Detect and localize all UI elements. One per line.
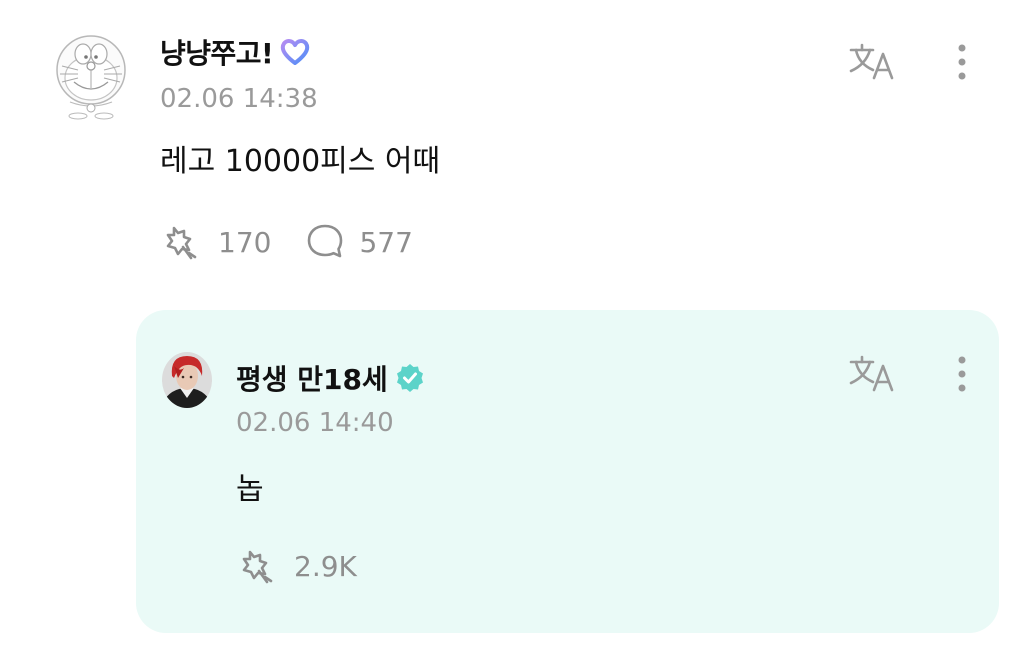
- post-username-row[interactable]: 냥냥쭈고!: [160, 32, 311, 72]
- post-actions: 170 577: [160, 222, 447, 262]
- verified-badge-icon: [396, 364, 423, 392]
- more-vertical-icon: [958, 44, 966, 80]
- light-stick-icon: [166, 226, 197, 260]
- translate-icon: [849, 355, 894, 392]
- reply-translate-button[interactable]: [848, 352, 896, 396]
- post-translate-button[interactable]: [848, 40, 896, 84]
- post-comment-count: 577: [359, 225, 413, 259]
- post-like-button[interactable]: 170: [160, 222, 271, 262]
- reply-username[interactable]: 평생 만18세: [236, 358, 388, 398]
- post-avatar[interactable]: [48, 30, 134, 120]
- reply-like-count: 2.9K: [294, 549, 357, 583]
- post-username[interactable]: 냥냥쭈고!: [160, 32, 274, 72]
- reply-timestamp: 02.06 14:40: [236, 408, 394, 438]
- post-more-button[interactable]: [938, 40, 986, 84]
- reply-more-button[interactable]: [938, 352, 986, 396]
- translate-icon: [849, 43, 894, 80]
- reply-body: 놉: [236, 472, 264, 507]
- more-vertical-icon: [958, 356, 966, 392]
- post-comment-button[interactable]: 577: [305, 222, 413, 262]
- person-avatar-icon: [162, 352, 212, 408]
- comment-thread: 냥냥쭈고! 02.06 14:38 레고 10000피스 어때 170 577 …: [0, 0, 1024, 648]
- heart-badge-icon: [281, 39, 310, 65]
- post-timestamp: 02.06 14:38: [160, 84, 318, 114]
- post-like-count: 170: [218, 225, 272, 259]
- light-stick-icon: [242, 550, 273, 584]
- reply-avatar[interactable]: [162, 352, 212, 408]
- reply-actions: 2.9K: [236, 546, 391, 586]
- reply-card: 평생 만18세 02.06 14:40 놉 2.9K: [136, 310, 999, 633]
- post-body: 레고 10000피스 어때: [160, 144, 441, 179]
- reply-like-button[interactable]: 2.9K: [236, 546, 357, 586]
- speech-bubble-icon: [308, 224, 343, 258]
- doraemon-avatar-icon: [56, 35, 126, 120]
- reply-username-row[interactable]: 평생 만18세: [236, 358, 426, 398]
